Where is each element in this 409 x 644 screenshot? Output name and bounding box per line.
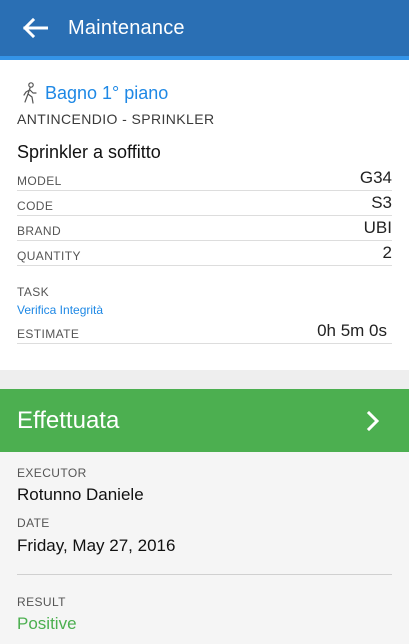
- detail-label: BRAND: [17, 224, 62, 238]
- execution-card: EXECUTOR Rotunno Daniele DATE Friday, Ma…: [0, 452, 409, 644]
- location-name: Bagno 1° piano: [45, 82, 169, 103]
- date-value: Friday, May 27, 2016: [17, 536, 176, 555]
- estimate-label: ESTIMATE: [17, 327, 80, 341]
- detail-label: MODEL: [17, 174, 62, 188]
- detail-value: UBI: [363, 218, 392, 237]
- executor-value: Rotunno Daniele: [17, 485, 144, 504]
- detail-row-quantity: QUANTITY 2: [17, 242, 392, 266]
- asset-card: Bagno 1° piano ANTINCENDIO - SPRINKLER S…: [0, 60, 409, 390]
- executor-label: EXECUTOR: [17, 466, 87, 480]
- estimate-value: 0h 5m 0s: [317, 321, 387, 340]
- walking-person-icon: [20, 82, 40, 104]
- status-label: Effettuata: [17, 406, 120, 434]
- result-value: Positive: [17, 614, 77, 633]
- app-bar: Maintenance: [0, 0, 409, 56]
- divider: [17, 574, 392, 575]
- detail-value: S3: [371, 193, 392, 212]
- section-gap: [0, 370, 409, 389]
- item-name: Sprinkler a soffitto: [17, 142, 161, 162]
- location[interactable]: Bagno 1° piano: [20, 82, 168, 104]
- detail-value: G34: [359, 168, 392, 187]
- chevron-right-icon: [363, 409, 383, 433]
- detail-row-brand: BRAND UBI: [17, 217, 392, 241]
- estimate-row: ESTIMATE 0h 5m 0s: [17, 320, 392, 344]
- detail-label: CODE: [17, 199, 54, 213]
- status-button[interactable]: Effettuata: [0, 389, 409, 452]
- category-label: ANTINCENDIO - SPRINKLER: [17, 111, 215, 127]
- detail-label: QUANTITY: [17, 249, 81, 263]
- arrow-back-icon[interactable]: [18, 16, 52, 40]
- date-label: DATE: [17, 516, 50, 530]
- task-label: TASK: [17, 285, 50, 299]
- result-label: RESULT: [17, 595, 66, 609]
- detail-row-code: CODE S3: [17, 192, 392, 216]
- page-title: Maintenance: [68, 16, 185, 39]
- detail-row-model: MODEL G34: [17, 167, 392, 191]
- task-value[interactable]: Verifica Integrità: [17, 303, 103, 317]
- detail-value: 2: [382, 243, 392, 262]
